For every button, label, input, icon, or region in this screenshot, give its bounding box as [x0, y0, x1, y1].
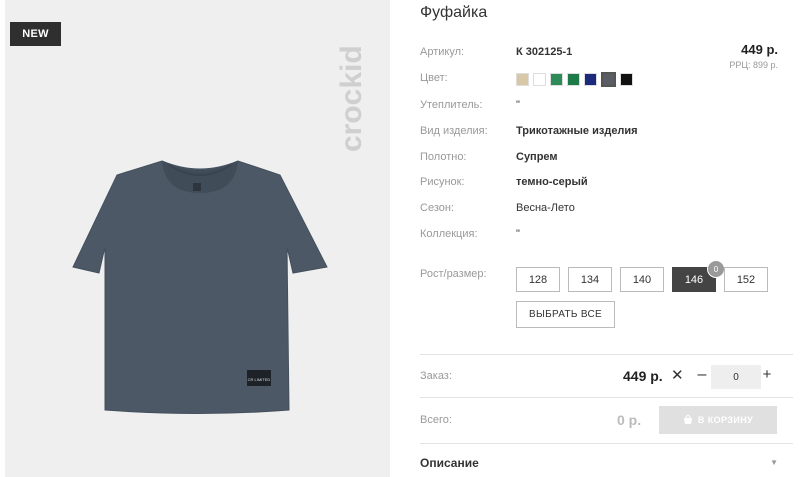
- attr-label: Полотно:: [420, 151, 467, 163]
- attr-collection: Коллекция: ": [420, 228, 790, 246]
- quantity-input[interactable]: [711, 365, 761, 389]
- decrease-quantity-button[interactable]: –: [695, 366, 709, 384]
- attr-fabric: Полотно: Супрем: [420, 151, 790, 169]
- attr-pattern: Рисунок: темно-серый: [420, 176, 790, 194]
- brand-logo-text: crockid: [335, 45, 368, 152]
- description-toggle[interactable]: Описание: [420, 456, 479, 470]
- select-all-button[interactable]: ВЫБРАТЬ ВСЕ: [516, 301, 615, 328]
- add-to-cart-label: В КОРЗИНУ: [697, 415, 754, 425]
- total-value: 0 р.: [617, 412, 642, 428]
- attr-label: Утеплитель:: [420, 99, 483, 111]
- attr-label: Рисунок:: [420, 176, 465, 188]
- color-swatch[interactable]: [567, 73, 580, 86]
- size-option-128[interactable]: 128: [516, 267, 560, 292]
- size-option-134[interactable]: 134: [568, 267, 612, 292]
- divider: [420, 354, 793, 355]
- color-swatch[interactable]: [584, 73, 597, 86]
- size-option-152[interactable]: 152: [724, 267, 768, 292]
- shirt-label-text: CR LIMITED: [248, 377, 271, 382]
- size-label: Рост/размер:: [420, 268, 487, 280]
- size-count-badge: 0: [707, 260, 725, 278]
- size-option-label: 140: [632, 273, 652, 286]
- color-swatch[interactable]: [516, 73, 529, 86]
- attr-product-type: Вид изделия: Трикотажные изделия: [420, 125, 790, 143]
- size-option-140[interactable]: 140: [620, 267, 664, 292]
- increase-quantity-button[interactable]: +: [760, 366, 774, 384]
- size-option-label: 128: [528, 273, 548, 286]
- times-icon: ✕: [671, 367, 684, 384]
- color-swatch[interactable]: [550, 73, 563, 86]
- attr-label: Артикул:: [420, 46, 465, 58]
- color-swatch[interactable]: [533, 73, 546, 86]
- color-swatches: [516, 72, 633, 87]
- divider: [420, 443, 793, 444]
- total-label: Всего:: [420, 414, 452, 426]
- attr-value: К 302125-1: [516, 46, 573, 58]
- attr-value: Супрем: [516, 151, 558, 163]
- attr-value: ": [516, 99, 520, 111]
- order-label: Заказ:: [420, 370, 452, 382]
- color-swatch[interactable]: [620, 73, 633, 86]
- size-option-label: 146: [684, 273, 704, 286]
- chevron-down-icon[interactable]: ▼: [770, 458, 778, 467]
- attr-label: Цвет:: [420, 72, 448, 84]
- product-title: Фуфайка: [420, 4, 488, 21]
- attr-insulation: Утеплитель: ": [420, 99, 790, 117]
- product-image[interactable]: CR LIMITED: [65, 155, 335, 420]
- attr-season: Сезон: Весна-Лето: [420, 202, 790, 220]
- size-option-label: 134: [580, 273, 600, 286]
- attr-value: Весна-Лето: [516, 202, 575, 214]
- attr-value: темно-серый: [516, 176, 588, 188]
- size-option-146[interactable]: 146 0: [672, 260, 725, 292]
- color-swatch-selected[interactable]: [601, 72, 616, 87]
- attr-value: Трикотажные изделия: [516, 125, 638, 137]
- attr-label: Сезон:: [420, 202, 454, 214]
- new-badge: NEW: [10, 22, 61, 46]
- attr-article: Артикул: К 302125-1: [420, 46, 790, 64]
- product-details: Фуфайка 449 р. РРЦ: 899 р. Артикул: К 30…: [405, 0, 800, 477]
- size-options: 128 134 140 146 0 152: [516, 260, 768, 292]
- order-price: 449 р.: [623, 368, 663, 384]
- attr-value: ": [516, 228, 520, 240]
- cart-icon: [683, 415, 692, 424]
- size-option-label: 152: [736, 273, 756, 286]
- attr-label: Вид изделия:: [420, 125, 488, 137]
- brand-logo: crockid: [335, 45, 368, 152]
- product-gallery: NEW crockid CR LIMITED: [5, 0, 390, 477]
- attr-label: Коллекция:: [420, 228, 478, 240]
- add-to-cart-button[interactable]: В КОРЗИНУ: [659, 406, 777, 434]
- divider: [420, 397, 793, 398]
